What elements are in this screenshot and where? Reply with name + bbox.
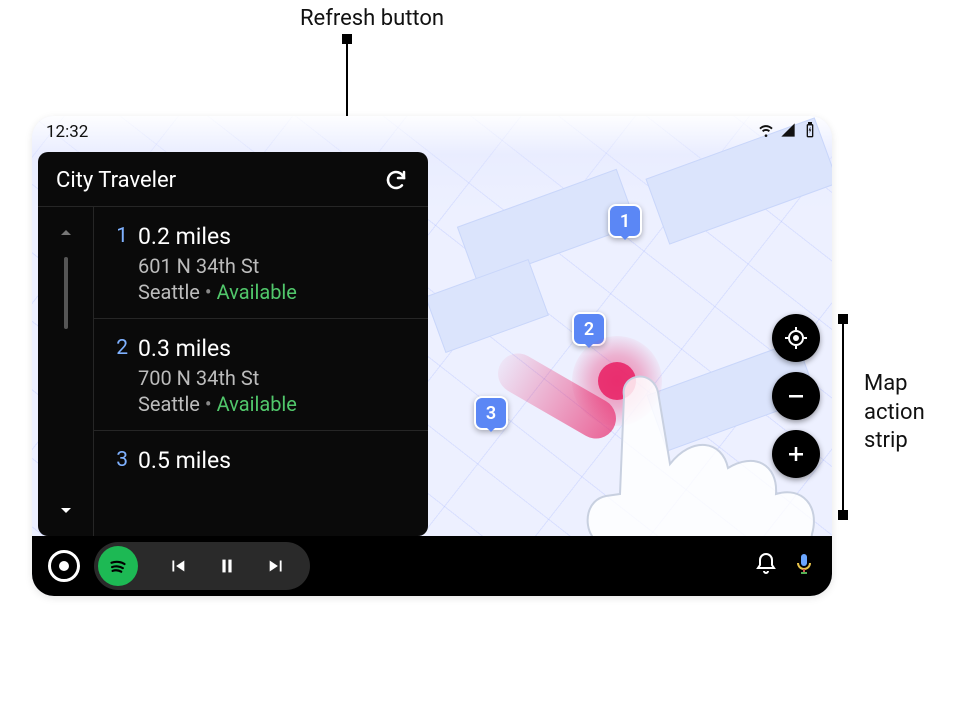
list-item-number: 3 xyxy=(108,447,128,474)
scroll-column xyxy=(38,207,94,536)
list-item-number: 2 xyxy=(108,335,128,416)
places-panel: City Traveler xyxy=(38,152,428,536)
list-item-number: 1 xyxy=(108,223,128,304)
scrollbar-thumb[interactable] xyxy=(64,257,68,329)
annotation-refresh-label: Refresh button xyxy=(300,6,444,31)
list-item-status: Seattle • Available xyxy=(138,392,410,416)
next-track-button[interactable] xyxy=(266,555,288,577)
list-item-distance: 0.3 miles xyxy=(138,335,410,362)
list-item[interactable]: 3 0.5 miles xyxy=(94,431,428,488)
panel-header: City Traveler xyxy=(38,152,428,207)
wifi-icon xyxy=(758,122,774,143)
list-item-address: 700 N 34th St xyxy=(138,366,410,390)
media-controls xyxy=(94,542,310,590)
spotify-icon[interactable] xyxy=(98,546,138,586)
list-item-address: 601 N 34th St xyxy=(138,254,410,278)
panel-title: City Traveler xyxy=(56,168,382,193)
scroll-down-button[interactable] xyxy=(54,498,78,522)
scroll-up-button[interactable] xyxy=(54,221,78,245)
bottom-bar xyxy=(32,536,832,596)
recenter-button[interactable] xyxy=(772,314,820,362)
cellular-icon xyxy=(780,122,796,143)
annotation-action-strip-bracket xyxy=(842,318,844,516)
list-item[interactable]: 1 0.2 miles 601 N 34th St Seattle • Avai… xyxy=(94,207,428,319)
list-item-distance: 0.5 miles xyxy=(138,447,410,474)
battery-icon xyxy=(802,122,818,143)
list-item-status: Seattle • Available xyxy=(138,280,410,304)
clock: 12:32 xyxy=(46,122,88,142)
map-marker-3[interactable]: 3 xyxy=(474,396,508,430)
home-button[interactable] xyxy=(48,550,80,582)
map-action-strip xyxy=(772,314,820,478)
map-marker-2[interactable]: 2 xyxy=(572,312,606,346)
voice-button[interactable] xyxy=(792,552,816,580)
list-item[interactable]: 2 0.3 miles 700 N 34th St Seattle • Avai… xyxy=(94,319,428,431)
map-marker-1[interactable]: 1 xyxy=(608,204,642,238)
previous-track-button[interactable] xyxy=(166,555,188,577)
status-bar: 12:32 xyxy=(32,116,832,148)
zoom-out-button[interactable] xyxy=(772,372,820,420)
annotation-action-strip-label: Mapactionstrip xyxy=(864,370,925,456)
refresh-button[interactable] xyxy=(382,166,410,194)
device-frame: 12:32 City Traveler xyxy=(32,116,832,596)
places-list: 1 0.2 miles 601 N 34th St Seattle • Avai… xyxy=(94,207,428,536)
scrollbar-track[interactable] xyxy=(64,257,68,486)
pause-button[interactable] xyxy=(216,555,238,577)
zoom-in-button[interactable] xyxy=(772,430,820,478)
list-item-distance: 0.2 miles xyxy=(138,223,410,250)
notifications-button[interactable] xyxy=(754,552,778,580)
